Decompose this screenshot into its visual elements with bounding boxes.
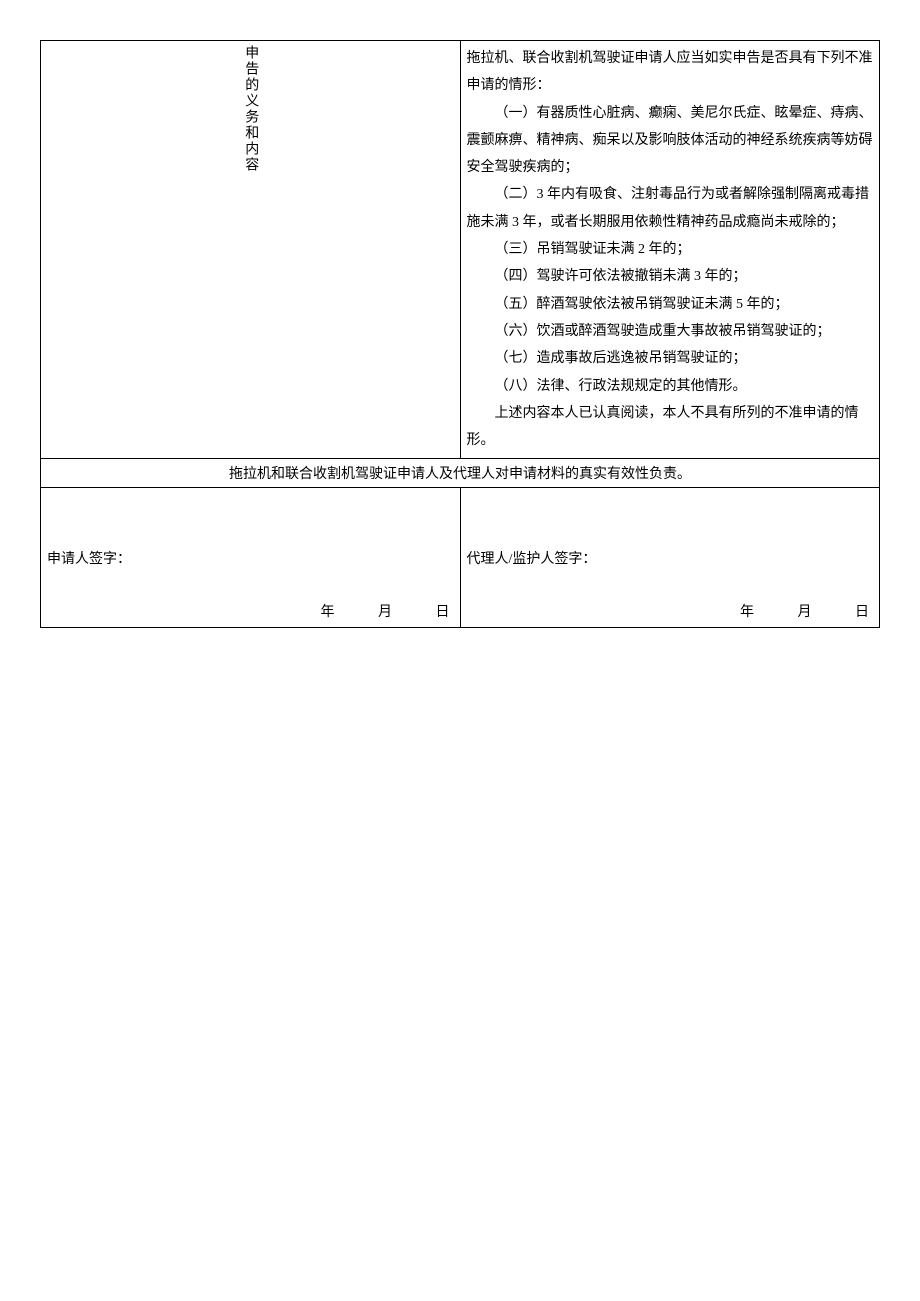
declaration-item-6: （六）饮酒或醉酒驾驶造成重大事故被吊销驾驶证的； [467, 318, 874, 345]
year-label: 年 [321, 601, 335, 621]
month-label: 月 [798, 601, 812, 621]
applicant-date-line: 年 月 日 [281, 601, 450, 621]
declaration-item-1: （一）有器质性心脏病、癫痫、美尼尔氏症、眩晕症、痔病、震颤麻痹、精神病、痴呆以及… [467, 100, 874, 182]
agent-date-line: 年 月 日 [700, 601, 869, 621]
section-label: 申告的义务和内容 [240, 45, 260, 173]
section-label-cell: 申告的义务和内容 [41, 41, 461, 459]
declaration-item-2: （二）3 年内有吸食、注射毒品行为或者解除强制隔离戒毒措施未满 3 年，或者长期… [467, 181, 874, 236]
declaration-item-4: （四）驾驶许可依法被撤销未满 3 年的； [467, 263, 874, 290]
declaration-item-8: （八）法律、行政法规规定的其他情形。 [467, 373, 874, 400]
notice-text: 拖拉机和联合收割机驾驶证申请人及代理人对申请材料的真实有效性负责。 [229, 467, 691, 482]
agent-signature-label: 代理人/监护人签字： [467, 548, 597, 568]
declaration-confirm: 上述内容本人已认真阅读，本人不具有所列的不准申请的情形。 [467, 400, 874, 455]
declaration-item-7: （七）造成事故后逃逸被吊销驾驶证的； [467, 345, 874, 372]
day-label: 日 [855, 601, 869, 621]
declaration-item-5: （五）醉酒驾驶依法被吊销驾驶证未满 5 年的； [467, 291, 874, 318]
declaration-item-3: （三）吊销驾驶证未满 2 年的； [467, 236, 874, 263]
declaration-content: 拖拉机、联合收割机驾驶证申请人应当如实申告是否具有下列不准申请的情形： （一）有… [460, 41, 880, 459]
applicant-signature-cell[interactable]: 申请人签字： 年 月 日 [41, 488, 461, 628]
applicant-signature-label: 申请人签字： [47, 548, 131, 568]
month-label: 月 [378, 601, 392, 621]
day-label: 日 [436, 601, 450, 621]
form-table: 申告的义务和内容 拖拉机、联合收割机驾驶证申请人应当如实申告是否具有下列不准申请… [40, 40, 880, 628]
year-label: 年 [740, 601, 754, 621]
agent-signature-cell[interactable]: 代理人/监护人签字： 年 月 日 [460, 488, 880, 628]
notice-row: 拖拉机和联合收割机驾驶证申请人及代理人对申请材料的真实有效性负责。 [41, 459, 880, 488]
declaration-intro: 拖拉机、联合收割机驾驶证申请人应当如实申告是否具有下列不准申请的情形： [467, 45, 874, 100]
